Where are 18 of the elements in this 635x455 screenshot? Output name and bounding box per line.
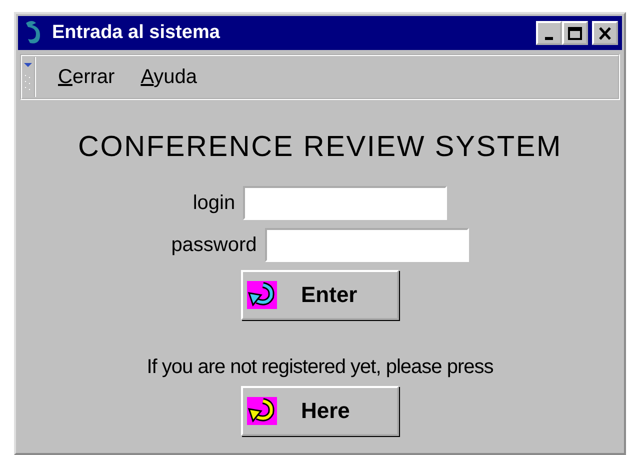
maximize-button[interactable] — [562, 21, 588, 45]
close-button[interactable] — [592, 21, 618, 45]
register-prompt: If you are not registered yet, please press — [146, 354, 494, 380]
menu-item[interactable]: Ayuda — [136, 62, 202, 92]
password-field[interactable] — [264, 228, 469, 262]
toolbar-grip[interactable] — [22, 57, 36, 97]
here-button[interactable]: Here — [241, 386, 399, 436]
maximize-icon — [567, 26, 583, 40]
enter-button[interactable]: Enter — [241, 270, 399, 320]
minimize-icon — [545, 36, 553, 40]
minimize-button[interactable] — [536, 21, 562, 45]
login-label: login — [192, 190, 236, 216]
close-icon — [597, 26, 613, 40]
window-title: Entrada al sistema — [52, 20, 221, 45]
app-heading: CONFERENCE REVIEW SYSTEM — [77, 130, 563, 165]
menu-item[interactable]: Cerrar — [54, 62, 119, 92]
login-field[interactable] — [243, 186, 448, 220]
password-label: password — [171, 232, 257, 258]
